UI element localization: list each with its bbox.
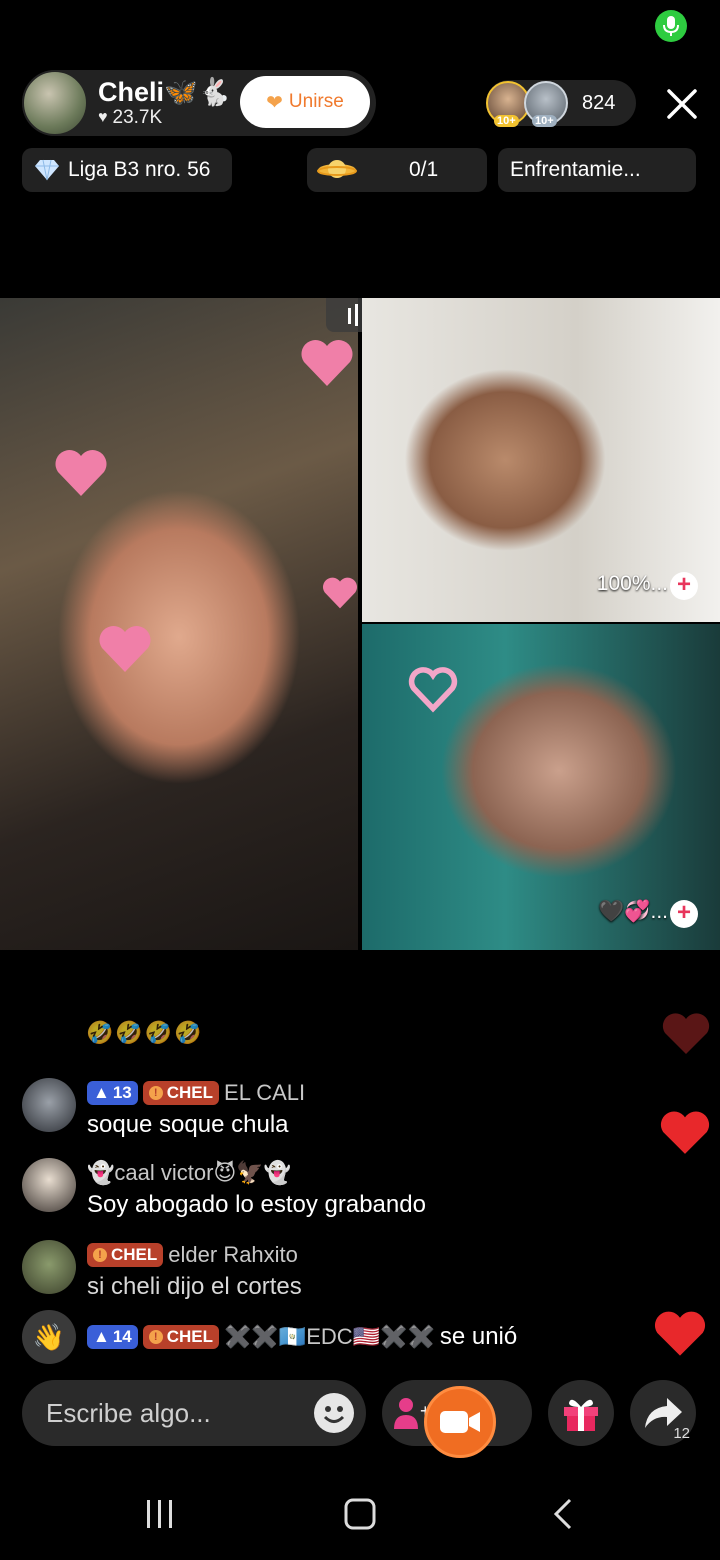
mic-indicator bbox=[655, 10, 687, 42]
goal-chip[interactable]: 0/1 bbox=[307, 148, 487, 192]
viewer-avatar[interactable]: 10+ bbox=[524, 81, 568, 127]
pink-heart-sticker bbox=[99, 625, 151, 672]
join-username[interactable]: ✖️✖️🇬🇹EDC🇺🇸✖️✖️ bbox=[224, 1324, 435, 1350]
comment-input[interactable]: Escribe algo... bbox=[22, 1380, 366, 1446]
heart-icon: ♥ bbox=[98, 109, 108, 126]
join-label: Unirse bbox=[288, 91, 344, 112]
plus-icon[interactable]: + bbox=[670, 572, 698, 600]
wave-hand-icon[interactable]: 👋 bbox=[22, 1310, 76, 1364]
pink-heart-sticker bbox=[322, 577, 358, 609]
guest-video-tile[interactable]: 🖤💞... + bbox=[362, 624, 720, 950]
chat-username[interactable]: elder Rahxito bbox=[168, 1242, 298, 1268]
chat-message[interactable]: ▲ 13 ! CHEL EL CALI soque soque chula bbox=[22, 1078, 305, 1142]
bottom-action-bar: Escribe algo... + 12 bbox=[0, 1380, 720, 1458]
team-name: CHEL bbox=[166, 1327, 214, 1346]
gift-button[interactable] bbox=[548, 1380, 614, 1446]
gift-icon bbox=[564, 1399, 598, 1431]
camera-button[interactable] bbox=[424, 1386, 496, 1458]
diamond-icon bbox=[35, 159, 59, 181]
comment-placeholder: Escribe algo... bbox=[46, 1397, 211, 1428]
multi-guest-grid: 100%... + 🖤💞... + bbox=[0, 298, 720, 950]
partial-chat-message: 🤣🤣🤣🤣 bbox=[86, 1020, 204, 1045]
camera-icon bbox=[440, 1411, 480, 1433]
pink-heart-sticker bbox=[301, 339, 353, 386]
back-icon[interactable] bbox=[552, 1498, 574, 1530]
level-badge: ▲ 13 bbox=[87, 1081, 138, 1105]
viewer-count[interactable]: 824 bbox=[582, 92, 615, 115]
guest-video-tile[interactable]: 100%... + bbox=[362, 298, 720, 622]
top-viewers[interactable]: 10+ 10+ 824 bbox=[486, 80, 636, 127]
level-number: 14 bbox=[112, 1327, 132, 1346]
floating-heart-icon bbox=[660, 1111, 710, 1154]
join-notice[interactable]: 👋 ▲ 14 ! CHEL ✖️✖️🇬🇹EDC🇺🇸✖️✖️ se unió bbox=[22, 1310, 517, 1364]
viewer-rank-badge: 10+ bbox=[532, 115, 557, 127]
guest-tile-label: 🖤💞... bbox=[598, 900, 668, 923]
host-likes-count: 23.7K bbox=[112, 107, 163, 128]
chat-text: Soy abogado lo estoy grabando bbox=[87, 1191, 426, 1218]
host-avatar[interactable] bbox=[22, 70, 88, 136]
join-action: se unió bbox=[439, 1323, 518, 1350]
chat-username[interactable]: EL CALI bbox=[224, 1080, 305, 1106]
host-likes: ♥ 23.7K bbox=[98, 107, 231, 129]
team-name: CHEL bbox=[166, 1083, 214, 1102]
home-icon[interactable] bbox=[344, 1498, 376, 1530]
floating-heart-icon bbox=[662, 1013, 710, 1054]
team-name: CHEL bbox=[111, 1245, 158, 1264]
share-count: 12 bbox=[673, 1425, 690, 1442]
goal-progress: 0/1 bbox=[409, 158, 439, 181]
chat-text: soque soque chula bbox=[87, 1111, 289, 1138]
guest-tile-label: 100%... bbox=[596, 572, 668, 595]
level-number: 13 bbox=[112, 1083, 132, 1102]
level-badge: ▲ 14 bbox=[87, 1325, 138, 1349]
host-video-tile[interactable] bbox=[0, 298, 358, 950]
team-badge: ! CHEL bbox=[87, 1243, 164, 1267]
chat-username[interactable]: 👻caal victor😈🦅👻 bbox=[87, 1160, 291, 1186]
avatar[interactable] bbox=[22, 1240, 76, 1294]
pink-heart-sticker bbox=[55, 449, 107, 496]
planet-icon bbox=[317, 160, 357, 178]
team-badge: ! CHEL bbox=[142, 1081, 220, 1105]
plus-icon[interactable]: + bbox=[670, 900, 698, 928]
mic-icon bbox=[663, 16, 679, 36]
chat-message[interactable]: 👻caal victor😈🦅👻 Soy abogado lo estoy gra… bbox=[22, 1158, 426, 1222]
join-button[interactable]: ❤ Unirse bbox=[240, 76, 370, 128]
floating-heart-icon bbox=[654, 1311, 706, 1356]
close-icon[interactable] bbox=[664, 86, 700, 122]
recents-icon[interactable] bbox=[145, 1498, 175, 1530]
share-button[interactable]: 12 bbox=[630, 1380, 696, 1446]
league-chip[interactable]: Liga B3 nro. 56 bbox=[22, 148, 232, 192]
chat-text: si cheli dijo el cortes bbox=[87, 1273, 302, 1300]
viewer-rank-badge: 10+ bbox=[494, 115, 519, 127]
league-label: Liga B3 nro. 56 bbox=[68, 158, 211, 181]
versus-chip[interactable]: Enfrentamie... bbox=[498, 148, 696, 192]
avatar[interactable] bbox=[22, 1158, 76, 1212]
team-badge: ! CHEL bbox=[142, 1325, 220, 1349]
join-hearts-icon: ❤ bbox=[266, 91, 283, 114]
host-name: Cheli🦋🐇 bbox=[98, 77, 232, 107]
avatar[interactable] bbox=[22, 1078, 76, 1132]
chat-message[interactable]: ! CHEL elder Rahxito si cheli dijo el cor… bbox=[22, 1240, 302, 1304]
emoji-icon[interactable] bbox=[314, 1393, 354, 1433]
host-profile-pill[interactable]: Cheli🦋🐇 ♥ 23.7K ❤ Unirse bbox=[22, 70, 376, 136]
heart-outline-sticker bbox=[408, 667, 458, 713]
system-navigation-bar bbox=[0, 1470, 720, 1560]
versus-label: Enfrentamie... bbox=[510, 158, 641, 181]
host-info: Cheli🦋🐇 ♥ 23.7K bbox=[98, 77, 231, 129]
